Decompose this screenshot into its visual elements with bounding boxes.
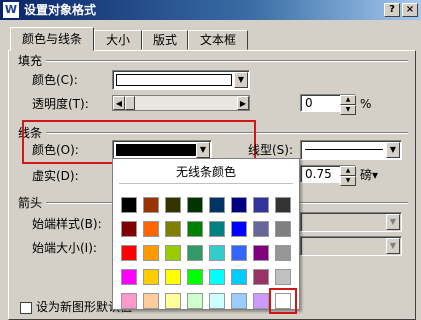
transparency-label: 透明度(T):: [32, 97, 89, 111]
end-size-dropdown[interactable]: ▼: [300, 236, 402, 256]
color-swatch[interactable]: [121, 293, 137, 309]
line-color-dropdown[interactable]: ▼: [112, 140, 212, 160]
color-swatch[interactable]: [187, 269, 203, 285]
line-dash-label: 虚实(D):: [32, 169, 79, 183]
color-swatch[interactable]: [253, 221, 269, 237]
color-swatch[interactable]: [187, 245, 203, 261]
line-color-swatch: [116, 144, 196, 156]
tab-layout[interactable]: 版式: [142, 30, 188, 50]
color-swatch[interactable]: [165, 269, 181, 285]
color-swatch[interactable]: [187, 293, 203, 309]
color-swatch[interactable]: [165, 245, 181, 261]
fill-section-label: 填充: [18, 54, 43, 68]
color-swatch[interactable]: [209, 245, 225, 261]
line-style-label: 线型(S):: [248, 143, 294, 157]
color-swatch[interactable]: [275, 245, 291, 261]
color-swatch[interactable]: [121, 269, 137, 285]
title-bar: W 设置对象格式 ? ×: [0, 0, 421, 20]
fill-color-label: 颜色(C):: [32, 73, 78, 87]
tab-text-box[interactable]: 文本框: [188, 30, 248, 50]
help-button[interactable]: ?: [384, 3, 400, 17]
color-swatch[interactable]: [275, 269, 291, 285]
color-swatch[interactable]: [253, 269, 269, 285]
selected-swatch-highlight: [269, 288, 297, 314]
chevron-down-icon[interactable]: ▼: [196, 142, 210, 158]
arrows-section-label: 箭头: [18, 196, 43, 210]
default-checkbox[interactable]: [20, 302, 32, 314]
line-style-preview: [305, 149, 383, 150]
line-color-label: 颜色(O):: [32, 143, 79, 157]
chevron-down-icon[interactable]: ▼: [234, 72, 248, 88]
transparency-unit: %: [360, 97, 372, 111]
spin-down-icon[interactable]: ▼: [340, 105, 356, 115]
tab-color-and-lines[interactable]: 颜色与线条: [10, 27, 94, 51]
color-swatch[interactable]: [231, 245, 247, 261]
color-swatch[interactable]: [231, 221, 247, 237]
begin-size-label: 始端大小(I):: [32, 241, 97, 255]
color-swatch[interactable]: [253, 293, 269, 309]
window-title: 设置对象格式: [24, 3, 97, 17]
color-swatch[interactable]: [231, 293, 247, 309]
color-swatch[interactable]: [121, 197, 137, 213]
chevron-down-icon[interactable]: ▼: [386, 214, 400, 230]
color-swatch-grid: [113, 159, 299, 314]
right-arrow-icon[interactable]: ▶: [237, 96, 249, 110]
close-button[interactable]: ×: [402, 3, 418, 17]
color-swatch[interactable]: [143, 197, 159, 213]
left-arrow-icon[interactable]: ◀: [113, 96, 125, 110]
color-swatch[interactable]: [231, 197, 247, 213]
line-weight-unit[interactable]: 磅▾: [360, 167, 378, 183]
begin-style-label: 始端样式(B):: [32, 217, 102, 231]
color-swatch[interactable]: [209, 269, 225, 285]
color-swatch[interactable]: [209, 197, 225, 213]
color-swatch[interactable]: [143, 293, 159, 309]
color-swatch[interactable]: [143, 221, 159, 237]
color-swatch[interactable]: [165, 197, 181, 213]
fill-divider: [46, 60, 408, 62]
color-swatch[interactable]: [209, 293, 225, 309]
color-picker-popup: 无线条颜色: [112, 158, 300, 314]
color-swatch[interactable]: [165, 221, 181, 237]
transparency-slider[interactable]: ◀ ▶: [112, 95, 250, 111]
chevron-down-icon[interactable]: ▼: [386, 238, 400, 254]
color-swatch[interactable]: [143, 269, 159, 285]
color-swatch[interactable]: [143, 245, 159, 261]
color-swatch[interactable]: [253, 245, 269, 261]
color-swatch[interactable]: [275, 221, 291, 237]
fill-color-swatch: [116, 74, 232, 86]
fill-color-dropdown[interactable]: ▼: [112, 70, 250, 90]
slider-thumb[interactable]: [125, 96, 135, 110]
spin-down-icon[interactable]: ▼: [340, 176, 356, 186]
color-swatch[interactable]: [275, 197, 291, 213]
color-swatch[interactable]: [187, 221, 203, 237]
color-swatch[interactable]: [121, 221, 137, 237]
color-swatch[interactable]: [121, 245, 137, 261]
spin-up-icon[interactable]: ▲: [340, 166, 356, 176]
color-swatch[interactable]: [165, 293, 181, 309]
color-swatch[interactable]: [231, 269, 247, 285]
spin-up-icon[interactable]: ▲: [340, 95, 356, 105]
color-swatch[interactable]: [253, 197, 269, 213]
app-icon: W: [3, 2, 19, 18]
tab-size[interactable]: 大小: [94, 30, 142, 50]
end-style-dropdown[interactable]: ▼: [300, 212, 402, 232]
line-style-dropdown[interactable]: ▼: [300, 140, 402, 160]
chevron-down-icon[interactable]: ▼: [386, 142, 400, 158]
color-swatch[interactable]: [209, 221, 225, 237]
color-swatch[interactable]: [187, 197, 203, 213]
